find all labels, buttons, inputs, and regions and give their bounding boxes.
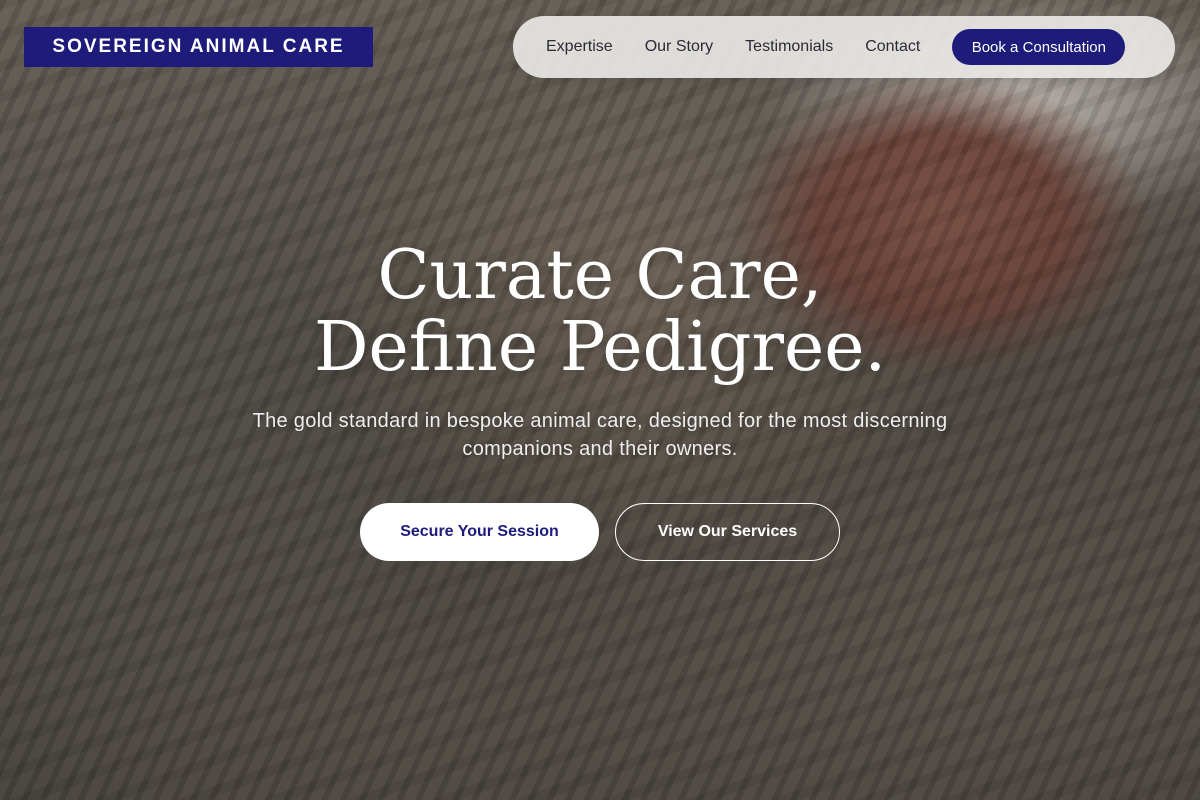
book-consultation-button[interactable]: Book a Consultation: [952, 29, 1126, 65]
nav-link-expertise[interactable]: Expertise: [546, 38, 613, 56]
secure-session-button[interactable]: Secure Your Session: [360, 503, 599, 561]
brand-logo[interactable]: SOVEREIGN ANIMAL CARE: [24, 27, 373, 67]
nav-link-testimonials[interactable]: Testimonials: [745, 38, 833, 56]
hero-background-image: [0, 0, 1200, 800]
nav-link-contact[interactable]: Contact: [865, 38, 920, 56]
hero-title-line-1: Curate Care,: [377, 236, 823, 315]
nav-link-our-story[interactable]: Our Story: [645, 38, 713, 56]
hero-image-overlay: [0, 0, 1200, 800]
hero-subtitle: The gold standard in bespoke animal care…: [252, 410, 948, 460]
main-nav: Expertise Our Story Testimonials Contact…: [513, 16, 1175, 78]
hero-title: Curate Care, Define Pedigree.: [0, 240, 1200, 384]
view-services-button[interactable]: View Our Services: [615, 503, 840, 561]
hero-title-line-2: Define Pedigree.: [313, 308, 887, 387]
